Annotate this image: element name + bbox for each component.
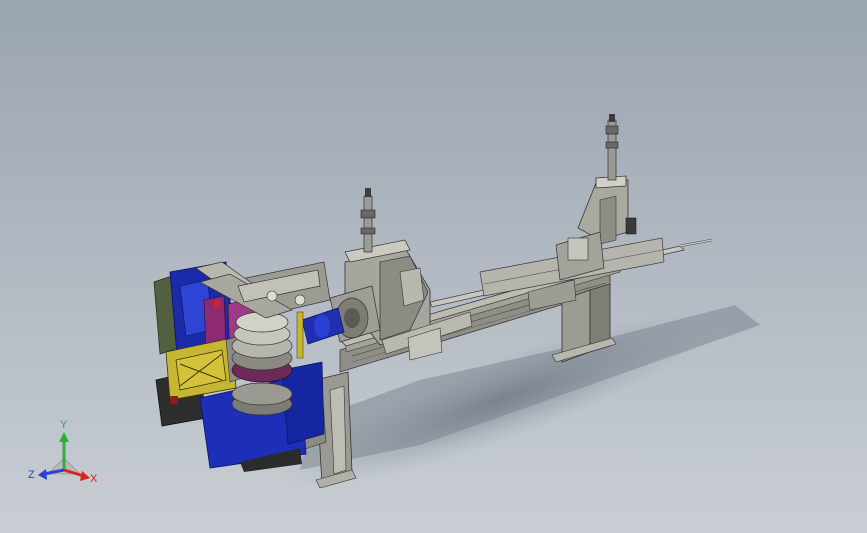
triad-x-axis[interactable]: X [63,468,98,485]
model-canvas[interactable]: Y X Z [0,0,867,533]
middle-carriage[interactable] [301,188,473,361]
view-triad[interactable]: Y X Z [28,419,98,485]
triad-z-axis[interactable]: Z [28,468,65,481]
y-axis-label: Y [60,419,68,431]
z-axis-arrow-icon [38,469,47,480]
x-axis-label: X [90,473,98,485]
z-axis-label: Z [28,469,35,481]
x-axis-arrow-icon [80,471,90,481]
y-axis-arrow-icon [59,432,69,442]
cad-graphics-area[interactable]: Y X Z [0,0,867,533]
